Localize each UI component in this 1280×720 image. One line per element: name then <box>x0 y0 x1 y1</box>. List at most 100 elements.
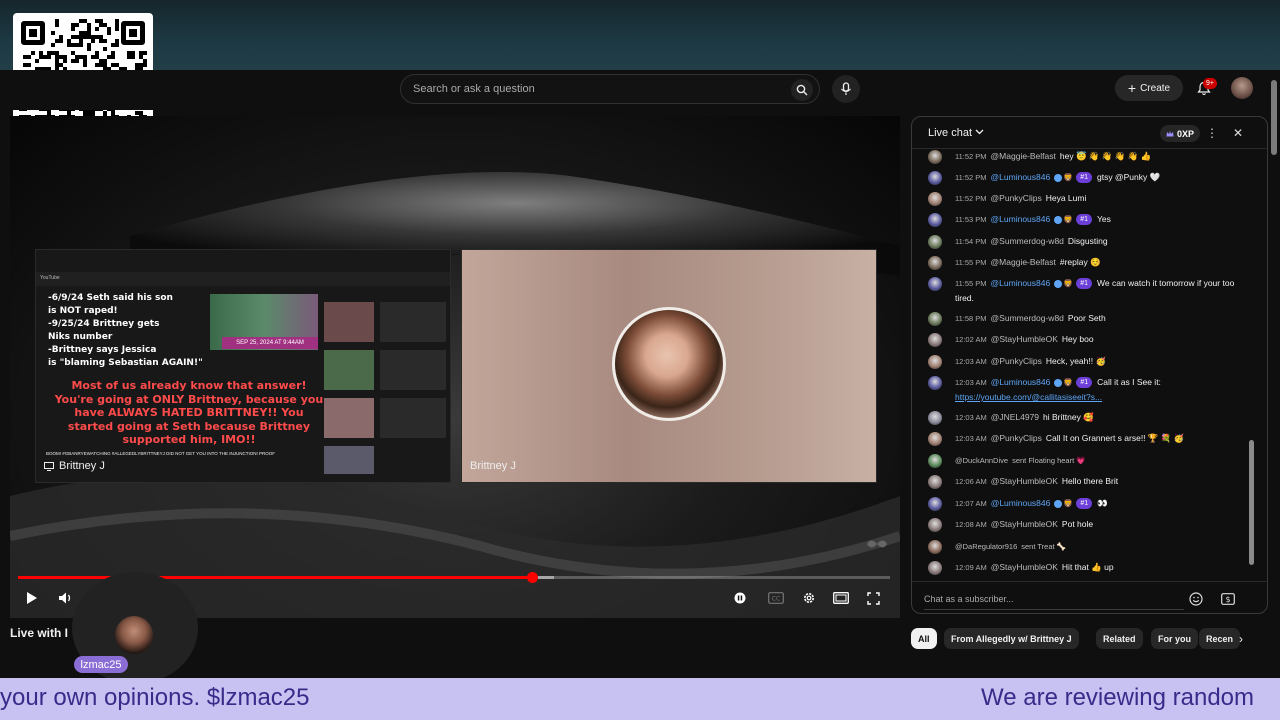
chat-avatar[interactable] <box>928 256 942 270</box>
captions-button[interactable]: CC <box>766 588 786 608</box>
fullscreen-button[interactable] <box>863 588 883 608</box>
qr-module <box>63 59 67 63</box>
qr-module <box>111 55 115 59</box>
theater-icon <box>833 592 849 604</box>
chat-author[interactable]: @Luminous846 <box>991 377 1051 387</box>
chat-avatar[interactable] <box>928 376 942 390</box>
chat-author[interactable]: @Luminous846 <box>991 498 1051 508</box>
chat-message-body: 11:55 PM @Maggie-Belfast #replay ☺️ <box>955 255 1255 270</box>
filter-chip[interactable]: Related <box>1096 628 1143 649</box>
account-avatar[interactable] <box>1231 77 1253 99</box>
money-icon: $ <box>1221 593 1235 605</box>
page-scrollbar-thumb[interactable] <box>1271 80 1277 155</box>
emoji-button[interactable] <box>1188 591 1204 607</box>
chat-avatar[interactable] <box>928 192 942 206</box>
microphone-icon <box>841 82 851 95</box>
xp-value: 0XP <box>1177 128 1195 139</box>
chat-author[interactable]: @Luminous846 <box>991 214 1051 224</box>
progress-played <box>18 576 533 579</box>
chat-message-body: 11:58 PM @Summerdog-w8d Poor Seth <box>955 311 1255 326</box>
chat-author[interactable]: @StayHumbleOK <box>991 562 1058 572</box>
rank-badge: #1 <box>1076 278 1092 290</box>
chat-avatar[interactable] <box>928 171 942 185</box>
chat-avatar[interactable] <box>928 561 942 575</box>
settings-button[interactable] <box>799 588 819 608</box>
chat-author[interactable]: @Summerdog-w8d <box>991 236 1064 246</box>
chat-author[interactable]: @PunkyClips <box>991 356 1042 366</box>
filter-chip[interactable]: From Allegedly w/ Brittney J <box>944 628 1079 649</box>
theater-mode-button[interactable] <box>831 588 851 608</box>
chat-text: sent Treat 🦴 <box>1021 542 1067 551</box>
chat-author[interactable]: @Summerdog-w8d <box>991 313 1064 323</box>
webcam-tile[interactable]: Brittney J <box>461 249 877 483</box>
chat-text: hi Brittney 🥰 <box>1043 412 1094 422</box>
filter-chip[interactable]: For you <box>1151 628 1198 649</box>
video-player[interactable]: YouTube -6/9/24 Seth said his son is NOT… <box>10 116 900 618</box>
chat-author[interactable]: @Luminous846 <box>991 278 1051 288</box>
qr-module <box>115 43 119 47</box>
chat-avatar[interactable] <box>928 213 942 227</box>
chat-message-body: 12:03 AM @PunkyClips Call It on Grannert s… <box>955 431 1255 446</box>
chat-input[interactable] <box>924 588 1184 610</box>
chat-author[interactable]: @DaRegulator916 <box>955 542 1017 551</box>
search-input[interactable] <box>413 83 773 95</box>
super-chat-button[interactable]: $ <box>1220 591 1236 607</box>
chat-author[interactable]: @DuckAnnDive <box>955 456 1008 465</box>
chat-author[interactable]: @StayHumbleOK <box>991 519 1058 529</box>
create-button[interactable]: + Create <box>1115 75 1183 101</box>
chat-link[interactable]: https://youtube.com/@callitasiseeit?s... <box>955 392 1102 402</box>
chat-avatar[interactable] <box>928 475 942 489</box>
chat-more-button[interactable]: ⋮ <box>1204 125 1220 141</box>
loyalty-badge-icon: 🦁 <box>1063 173 1074 182</box>
qr-module <box>75 23 79 27</box>
chat-message-body: 12:09 AM @StayHumbleOK Hit that 👍 up <box>955 560 1255 575</box>
chat-author[interactable]: @JNEL4979 <box>991 412 1039 422</box>
qr-module <box>27 63 31 67</box>
chat-author[interactable]: @Maggie-Belfast <box>991 257 1056 267</box>
chat-scrollbar[interactable] <box>1249 440 1254 565</box>
chat-author[interactable]: @Luminous846 <box>991 172 1051 182</box>
chat-avatar[interactable] <box>928 235 942 249</box>
chat-timestamp: 12:06 AM <box>955 477 987 486</box>
chat-avatar[interactable] <box>928 355 942 369</box>
overlay-line: -Brittney says Jessica <box>48 345 157 355</box>
chat-avatar[interactable] <box>928 454 942 468</box>
xp-badge[interactable]: 0XP <box>1160 125 1201 142</box>
play-button[interactable] <box>22 588 42 608</box>
chat-avatar[interactable] <box>928 518 942 532</box>
screen-share-tile[interactable]: YouTube -6/9/24 Seth said his son is NOT… <box>35 249 451 483</box>
chat-author[interactable]: @PunkyClips <box>991 193 1042 203</box>
chat-close-button[interactable]: ✕ <box>1230 125 1246 141</box>
chat-author[interactable]: @PunkyClips <box>991 433 1042 443</box>
chat-message-body: 11:52 PM @PunkyClips Heya Lumi <box>955 191 1255 206</box>
page-scrollbar[interactable] <box>1268 70 1280 650</box>
chat-avatar[interactable] <box>928 497 942 511</box>
volume-icon <box>59 592 71 604</box>
smiley-icon <box>1189 592 1203 606</box>
chat-avatar[interactable] <box>928 411 942 425</box>
chat-avatar[interactable] <box>928 540 942 554</box>
chat-timestamp: 12:09 AM <box>955 563 987 572</box>
chat-text: Hey boo <box>1061 334 1094 344</box>
chat-text: gtsy @Punky 🤍 <box>1096 172 1161 182</box>
volume-button[interactable] <box>56 588 76 608</box>
chips-next-button[interactable]: › <box>1232 630 1250 648</box>
chat-avatar[interactable] <box>928 277 942 291</box>
chat-author[interactable]: @StayHumbleOK <box>991 334 1058 344</box>
chat-avatar[interactable] <box>928 312 942 326</box>
screen-share-icon <box>44 461 54 471</box>
chat-avatar[interactable] <box>928 150 942 164</box>
chat-author[interactable]: @StayHumbleOK <box>991 476 1058 486</box>
autoplay-toggle[interactable] <box>730 588 750 608</box>
chat-avatar[interactable] <box>928 432 942 446</box>
date-banner: SEP 25, 2024 AT 9:44AM <box>222 337 318 349</box>
chat-author[interactable]: @Maggie-Belfast <box>991 151 1056 161</box>
voice-search-button[interactable] <box>832 75 860 103</box>
member-badge-icon <box>1054 499 1063 508</box>
chat-avatar[interactable] <box>928 333 942 347</box>
filter-chip[interactable]: All <box>911 628 937 649</box>
qr-module <box>91 39 95 43</box>
chat-mode-dropdown[interactable]: Live chat <box>928 127 984 139</box>
search-button[interactable] <box>791 79 813 101</box>
member-badge-icon <box>1054 173 1063 182</box>
